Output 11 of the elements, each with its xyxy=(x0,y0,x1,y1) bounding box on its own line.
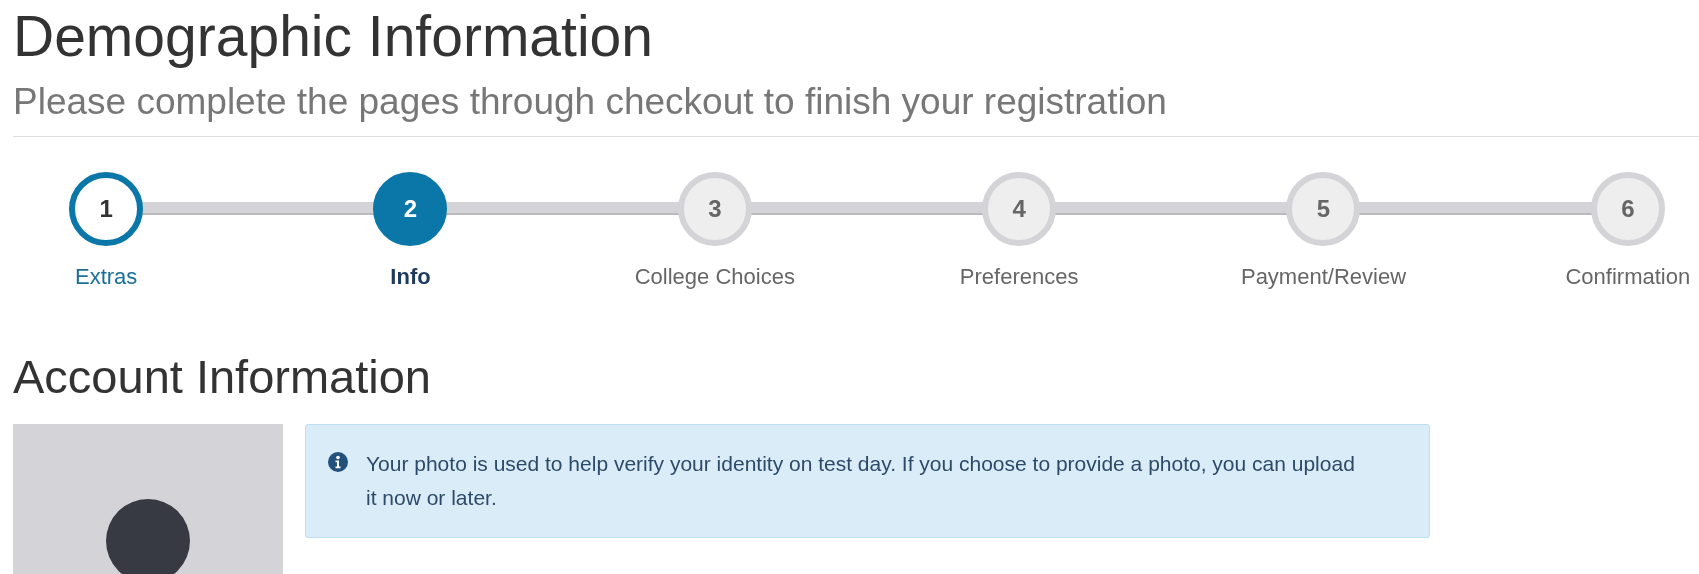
page-title: Demographic Information xyxy=(13,3,653,70)
step-label: Info xyxy=(390,264,431,290)
info-icon xyxy=(328,452,348,472)
step-label: Preferences xyxy=(959,264,1079,290)
step-label: Payment/Review xyxy=(1240,264,1407,290)
alert-message: Your photo is used to help verify your identity on test day. If you choose to provide a photo, you can upload it now or later. xyxy=(366,451,1356,511)
page-subtitle: Please complete the pages through checkout to finish your registration xyxy=(13,80,1167,124)
step-label: Extras xyxy=(75,264,138,290)
step-label: College Choices xyxy=(634,264,795,290)
section-title: Account Information xyxy=(13,350,431,404)
step-label: Confirmation xyxy=(1565,264,1691,290)
